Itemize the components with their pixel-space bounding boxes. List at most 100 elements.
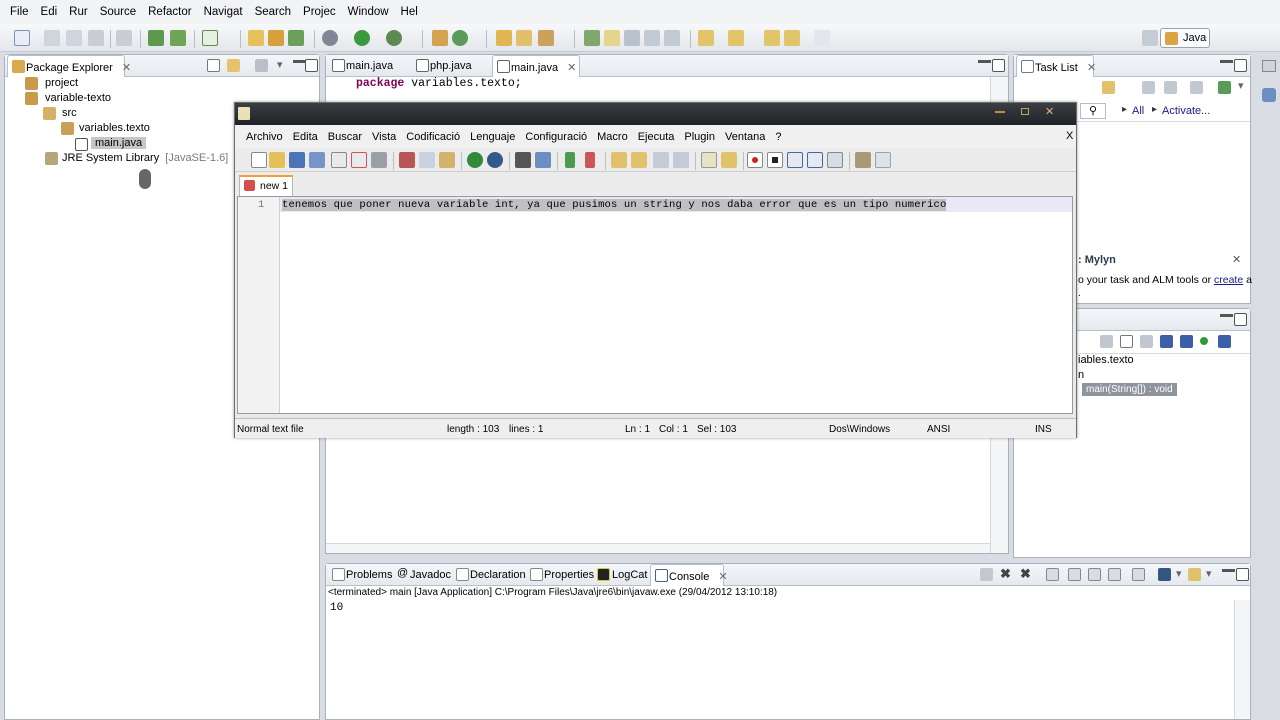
- sync-v-icon[interactable]: [611, 152, 627, 168]
- create-link[interactable]: create: [1214, 274, 1243, 286]
- new-task-icon[interactable]: [1102, 81, 1115, 94]
- tab-properties[interactable]: Properties: [526, 564, 594, 586]
- menu-source[interactable]: Source: [94, 6, 142, 18]
- close-icon[interactable]: ✕: [567, 62, 576, 74]
- print-icon[interactable]: [88, 30, 104, 46]
- outline-class[interactable]: n: [1078, 369, 1084, 381]
- chevron-down-icon[interactable]: ▾: [1176, 567, 1182, 580]
- display-console-icon[interactable]: [1158, 568, 1171, 581]
- code-line-package[interactable]: package variables.texto;: [356, 77, 522, 90]
- minimize-icon[interactable]: [1222, 569, 1235, 572]
- open-file-icon[interactable]: [269, 152, 285, 168]
- print-icon[interactable]: [371, 152, 387, 168]
- close-icon[interactable]: ✕: [122, 62, 131, 74]
- prev-annotation-icon[interactable]: [728, 30, 744, 46]
- tab-main-java-active[interactable]: main.java ✕: [492, 55, 580, 77]
- back-history-icon[interactable]: [784, 30, 800, 46]
- menu-navigate[interactable]: Navigat: [198, 6, 249, 18]
- zoom-out-icon[interactable]: [585, 152, 595, 168]
- help-icon[interactable]: [1262, 88, 1276, 102]
- close-icon[interactable]: ✕: [1087, 62, 1096, 74]
- editor-line-1[interactable]: tenemos que poner nueva variable int, ya…: [282, 199, 947, 211]
- open-folder-icon[interactable]: [496, 30, 512, 46]
- record-macro-icon[interactable]: [747, 152, 763, 168]
- outline-method[interactable]: main(String[]) : void: [1082, 383, 1177, 396]
- external-tools-icon[interactable]: [386, 30, 402, 46]
- find-icon[interactable]: [515, 152, 531, 168]
- terminal-icon[interactable]: [116, 30, 132, 46]
- outline-package[interactable]: iables.texto: [1078, 354, 1134, 366]
- menu-file[interactable]: File: [4, 6, 35, 18]
- np-menu-archivo[interactable]: Archivo: [241, 131, 288, 143]
- np-menu-lenguaje[interactable]: Lenguaje: [465, 131, 520, 143]
- maximize-icon[interactable]: [1234, 59, 1247, 72]
- folder-icon[interactable]: [516, 30, 532, 46]
- np-close-doc-button[interactable]: X: [1061, 130, 1078, 142]
- np-menu-vista[interactable]: Vista: [367, 131, 401, 143]
- refresh-icon[interactable]: [452, 30, 468, 46]
- perspective-java-button[interactable]: Java: [1160, 28, 1210, 48]
- np-menu-edita[interactable]: Edita: [288, 131, 323, 143]
- close-icon[interactable]: ✕: [1045, 105, 1054, 118]
- stop-macro-icon[interactable]: [767, 152, 783, 168]
- tab-new-1[interactable]: new 1: [239, 175, 293, 196]
- tree-item-src[interactable]: src: [43, 107, 77, 120]
- hide-static-icon[interactable]: [1180, 335, 1193, 348]
- minimize-icon[interactable]: [1220, 60, 1233, 63]
- categorized-icon[interactable]: [1142, 81, 1155, 94]
- new-file-icon[interactable]: [251, 152, 267, 168]
- copy-icon[interactable]: [419, 152, 435, 168]
- open-type-icon[interactable]: [432, 30, 448, 46]
- minimize-icon[interactable]: [1220, 314, 1233, 317]
- checkbox-task-icon[interactable]: [202, 30, 218, 46]
- open-console-icon[interactable]: [1188, 568, 1201, 581]
- tree-item-project[interactable]: project: [25, 77, 78, 90]
- show-whitespace-icon[interactable]: [644, 30, 660, 46]
- paragraph-icon[interactable]: [664, 30, 680, 46]
- np-menu-help[interactable]: ?: [770, 131, 786, 143]
- new-class-icon[interactable]: [288, 30, 304, 46]
- indent-guide-icon[interactable]: [701, 152, 717, 168]
- activate-link[interactable]: Activate...: [1162, 105, 1210, 117]
- paste-icon[interactable]: [439, 152, 455, 168]
- abc-check-icon[interactable]: [875, 152, 891, 168]
- cut-icon[interactable]: [399, 152, 415, 168]
- undo-icon[interactable]: [467, 152, 483, 168]
- clear-console-icon[interactable]: [1046, 568, 1059, 581]
- view-menu-icon[interactable]: [255, 59, 268, 72]
- sort-alpha-icon[interactable]: [1140, 335, 1153, 348]
- maximize-icon[interactable]: [305, 59, 318, 72]
- replace-icon[interactable]: [535, 152, 551, 168]
- chevron-down-icon[interactable]: ▾: [1206, 567, 1212, 580]
- np-menu-ejecuta[interactable]: Ejecuta: [633, 131, 680, 143]
- menu-project[interactable]: Projec: [297, 6, 342, 18]
- tree-item-main-java[interactable]: main.java: [75, 137, 147, 151]
- run-icon[interactable]: [354, 30, 370, 46]
- new-package-icon[interactable]: [268, 30, 284, 46]
- tab-php-java[interactable]: php.java: [412, 55, 492, 77]
- menu-search[interactable]: Search: [249, 6, 297, 18]
- find-input[interactable]: ⚲: [1080, 103, 1106, 119]
- save-macro-icon[interactable]: [827, 152, 843, 168]
- collapse-all-icon[interactable]: [1100, 335, 1113, 348]
- close-icon[interactable]: ✕: [718, 571, 727, 583]
- tab-task-list[interactable]: Task List ✕: [1016, 55, 1096, 77]
- terminate-icon[interactable]: [980, 568, 993, 581]
- mark-occurrences-icon[interactable]: [604, 30, 620, 46]
- show-all-chars-icon[interactable]: [673, 152, 689, 168]
- np-menu-buscar[interactable]: Buscar: [323, 131, 367, 143]
- link-editor-icon[interactable]: [227, 59, 240, 72]
- hide-completed-icon[interactable]: [1190, 81, 1203, 94]
- block-icon[interactable]: [624, 30, 640, 46]
- new-java-project-icon[interactable]: [248, 30, 264, 46]
- maximize-icon[interactable]: [1021, 108, 1029, 115]
- show-on-output-icon[interactable]: [1088, 568, 1101, 581]
- maximize-icon[interactable]: [1234, 313, 1247, 326]
- forward-icon[interactable]: [814, 30, 830, 46]
- android-sdk-icon[interactable]: [148, 30, 164, 46]
- spellcheck-icon[interactable]: [855, 152, 871, 168]
- hide-nonpublic-icon[interactable]: [1200, 337, 1208, 345]
- maximize-icon[interactable]: [1236, 568, 1249, 581]
- tab-logcat[interactable]: LogCat: [594, 564, 650, 586]
- pin-icon[interactable]: [584, 30, 600, 46]
